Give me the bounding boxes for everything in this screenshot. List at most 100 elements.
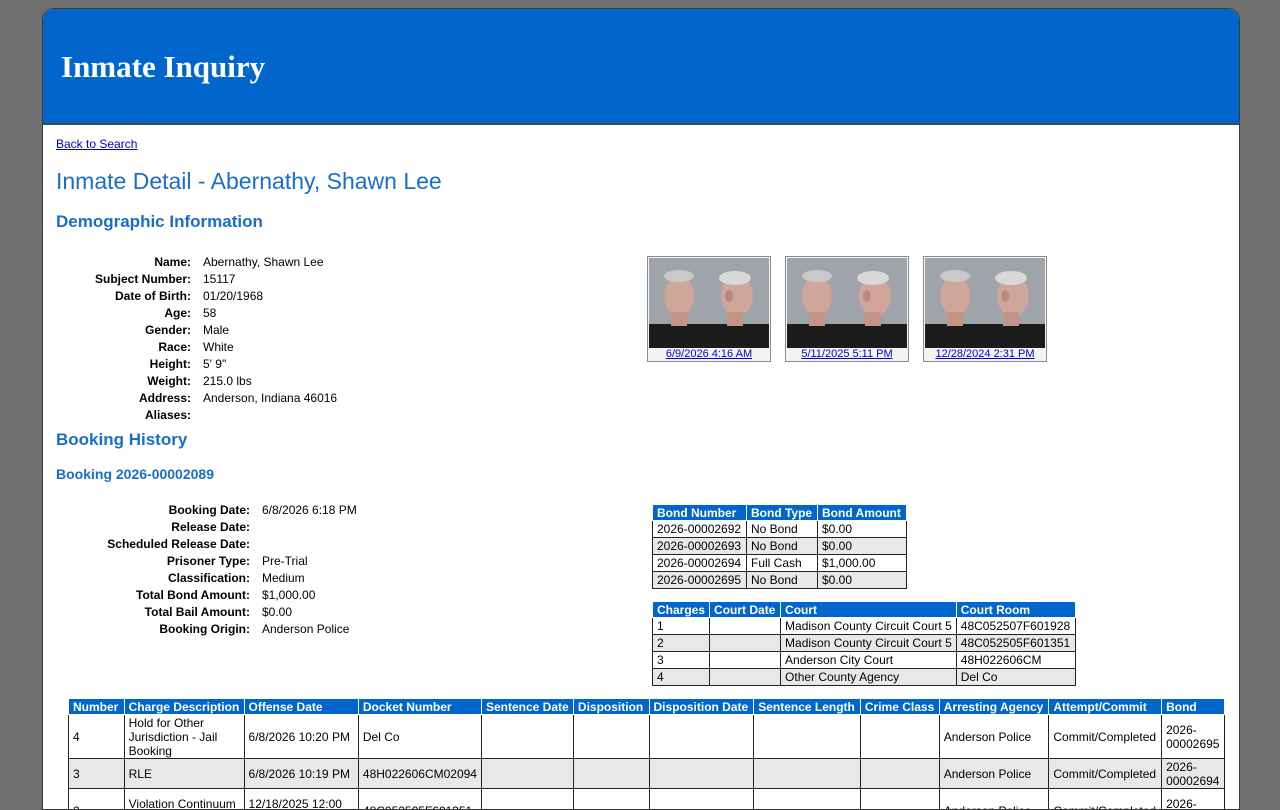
header-banner: Inmate Inquiry: [43, 9, 1239, 125]
bond-cell: No Bond: [747, 538, 818, 555]
demographic-field-label: Subject Number:: [56, 271, 191, 288]
mugshot-caption: 5/11/2025 5:11 PM: [786, 348, 908, 360]
court-cell: Del Co: [956, 669, 1075, 686]
mugshot-date-link[interactable]: 12/28/2024 2:31 PM: [935, 348, 1034, 360]
booking-field-label: Prisoner Type:: [56, 553, 250, 570]
court-column-header: Charges: [653, 602, 710, 618]
booking-field-value: $1,000.00: [250, 587, 315, 604]
bond-cell: 2026-00002694: [653, 555, 747, 572]
booking-field-value: Medium: [250, 570, 305, 587]
court-cell: [710, 635, 781, 652]
app-title: Inmate Inquiry: [61, 49, 265, 85]
page-title: Inmate Detail - Abernathy, Shawn Lee: [56, 168, 442, 195]
bond-column-header: Bond Type: [747, 505, 818, 521]
bond-cell: $0.00: [818, 538, 907, 555]
charge-cell: 2026-00002694: [1162, 759, 1225, 789]
charge-row: 2Violation Continuum Sanction12/18/2025 …: [69, 789, 1225, 810]
charge-column-header: Arresting Agency: [939, 699, 1049, 715]
booking-history-heading: Booking History: [56, 430, 187, 450]
charge-cell: 3: [69, 759, 125, 789]
booking-field-row: Prisoner Type:Pre-Trial: [56, 553, 357, 570]
court-cell: [710, 669, 781, 686]
booking-title: Booking 2026-00002089: [56, 466, 214, 482]
demographic-field-label: Address:: [56, 390, 191, 407]
demographic-field-label: Name:: [56, 254, 191, 271]
front-photo: [925, 258, 985, 348]
bond-row: 2026-00002695No Bond$0.00: [653, 572, 907, 589]
charge-column-header: Disposition Date: [649, 699, 754, 715]
booking-field-label: Total Bond Amount:: [56, 587, 250, 604]
charge-cell: [754, 759, 861, 789]
mugshot-card: 6/9/2026 4:16 AM: [647, 256, 771, 362]
court-row: 4Other County AgencyDel Co: [653, 669, 1076, 686]
booking-field-value: Pre-Trial: [250, 553, 308, 570]
booking-field-label: Classification:: [56, 570, 250, 587]
bond-column-header: Bond Number: [653, 505, 747, 521]
charge-column-header: Number: [69, 699, 125, 715]
mugshot-card: 12/28/2024 2:31 PM: [923, 256, 1047, 362]
booking-field-value: 6/8/2026 6:18 PM: [250, 502, 357, 519]
charge-cell: Anderson Police: [939, 789, 1049, 810]
demographic-field-value: 215.0 lbs: [191, 373, 252, 390]
demographic-field-label: Date of Birth:: [56, 288, 191, 305]
demographic-field-label: Race:: [56, 339, 191, 356]
demographic-field-label: Weight:: [56, 373, 191, 390]
booking-field-row: Total Bond Amount:$1,000.00: [56, 587, 357, 604]
court-table: ChargesCourt DateCourtCourt Room 1Madiso…: [652, 601, 1076, 686]
charge-cell: 6/8/2026 10:19 PM: [244, 759, 358, 789]
demographics-fields: Name:Abernathy, Shawn LeeSubject Number:…: [56, 254, 337, 424]
charge-cell: [573, 715, 649, 759]
demographic-field-value: White: [191, 339, 234, 356]
demographic-field-row: Name:Abernathy, Shawn Lee: [56, 254, 337, 271]
charge-column-header: Crime Class: [860, 699, 939, 715]
charge-cell: [649, 789, 754, 810]
charge-column-header: Sentence Date: [481, 699, 573, 715]
charge-cell: [573, 759, 649, 789]
mugshot-caption: 12/28/2024 2:31 PM: [924, 348, 1046, 360]
court-cell: 1: [653, 618, 710, 635]
demographic-field-label: Gender:: [56, 322, 191, 339]
back-to-search-link[interactable]: Back to Search: [56, 137, 137, 151]
bond-cell: No Bond: [747, 572, 818, 589]
court-row: 1 Madison County Circuit Court 548C052507…: [653, 618, 1076, 635]
demographic-field-row: Subject Number:15117: [56, 271, 337, 288]
booking-field-label: Release Date:: [56, 519, 250, 536]
mugshot-image[interactable]: [649, 258, 769, 348]
court-cell: Madison County Circuit Court 5: [781, 635, 957, 652]
demographic-field-row: Gender:Male: [56, 322, 337, 339]
booking-field-label: Booking Date:: [56, 502, 250, 519]
charge-cell: Hold for Other Jurisdiction - Jail Booki…: [124, 715, 244, 759]
charge-row: 3RLE6/8/2026 10:19 PM48H022606CM02094And…: [69, 759, 1225, 789]
charge-cell: Anderson Police: [939, 759, 1049, 789]
booking-field-row: Booking Origin:Anderson Police: [56, 621, 357, 638]
court-column-header: Court Date: [710, 602, 781, 618]
charge-cell: 12/18/2025 12:00 AM: [244, 789, 358, 810]
bond-row: 2026-00002693No Bond$0.00: [653, 538, 907, 555]
court-cell: Madison County Circuit Court 5: [781, 618, 957, 635]
bond-row: 2026-00002694Full Cash$1,000.00: [653, 555, 907, 572]
demographic-field-label: Aliases:: [56, 407, 191, 424]
booking-field-row: Scheduled Release Date:: [56, 536, 357, 553]
demographic-field-value: Anderson, Indiana 46016: [191, 390, 337, 407]
charge-cell: [754, 715, 861, 759]
charge-column-header: Attempt/Commit: [1049, 699, 1162, 715]
demographic-field-label: Age:: [56, 305, 191, 322]
mugshot-date-link[interactable]: 6/9/2026 4:16 AM: [666, 348, 752, 360]
demographic-field-row: Date of Birth:01/20/1968: [56, 288, 337, 305]
mugshot-image[interactable]: [925, 258, 1045, 348]
charge-row: 4Hold for Other Jurisdiction - Jail Book…: [69, 715, 1225, 759]
court-cell: [710, 618, 781, 635]
demographic-field-value: 58: [191, 305, 216, 322]
court-cell: 48C052507F601928: [956, 618, 1075, 635]
charge-cell: [481, 789, 573, 810]
charge-column-header: Docket Number: [358, 699, 481, 715]
mugshot-image[interactable]: [787, 258, 907, 348]
bond-cell: $1,000.00: [818, 555, 907, 572]
bond-column-header: Bond Amount: [818, 505, 907, 521]
mugshot-date-link[interactable]: 5/11/2025 5:11 PM: [801, 348, 892, 360]
charge-cell: Violation Continuum Sanction: [124, 789, 244, 810]
demographic-field-row: Address:Anderson, Indiana 46016: [56, 390, 337, 407]
charge-column-header: Offense Date: [244, 699, 358, 715]
charge-cell: 2026-00002693: [1162, 789, 1225, 810]
demographic-field-value: 15117: [191, 271, 235, 288]
